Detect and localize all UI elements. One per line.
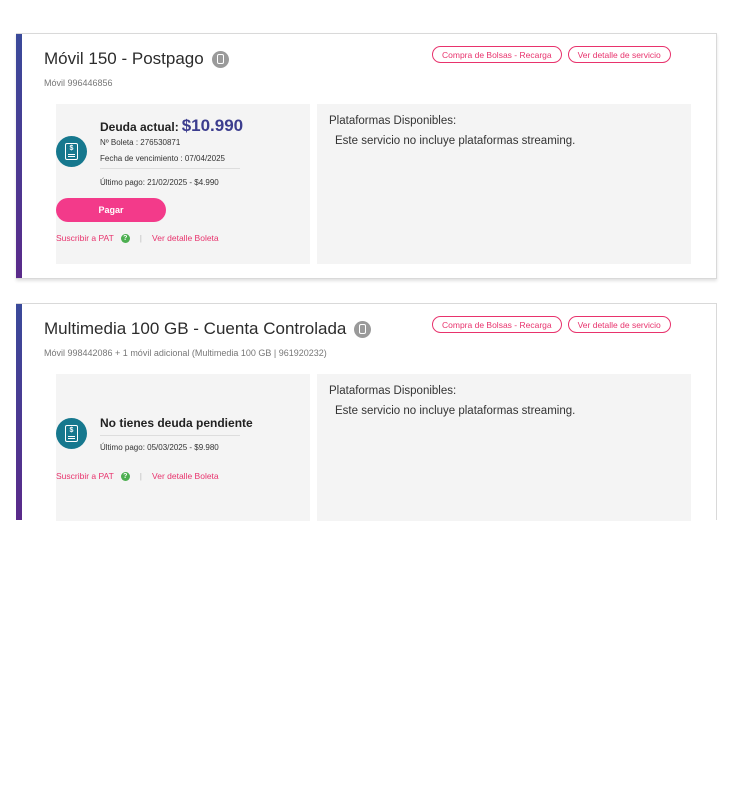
- bill-detail-link[interactable]: Ver detalle Boleta: [152, 233, 219, 243]
- buy-bundles-recharge-button[interactable]: Compra de Bolsas - Recarga: [432, 46, 562, 63]
- service-subtitle: Móvil 998442086 + 1 móvil adicional (Mul…: [44, 348, 327, 358]
- link-separator: |: [139, 233, 143, 243]
- current-debt-label: Deuda actual:: [100, 120, 179, 134]
- bill-detail-link[interactable]: Ver detalle Boleta: [152, 471, 219, 481]
- help-icon[interactable]: ?: [120, 233, 130, 243]
- service-title-row: Multimedia 100 GB - Cuenta Controlada: [44, 319, 372, 339]
- platforms-panel: Plataformas Disponibles: Este servicio n…: [317, 104, 691, 264]
- card-accent-stripe: [16, 304, 22, 520]
- current-debt-amount: $10.990: [181, 116, 244, 135]
- billing-links: Suscribir a PAT ? | Ver detalle Boleta: [56, 471, 219, 481]
- billing-panel: $ Deuda actual: $10.990 Nº Boleta : 27653…: [56, 104, 310, 264]
- card-accent-stripe: [16, 34, 22, 278]
- platforms-title: Plataformas Disponibles:: [329, 385, 457, 397]
- bill-document-icon: $: [56, 418, 87, 449]
- platforms-panel: Plataformas Disponibles: Este servicio n…: [317, 374, 691, 521]
- platforms-title: Plataformas Disponibles:: [329, 115, 457, 127]
- help-icon[interactable]: ?: [120, 471, 130, 481]
- last-payment: Último pago: 21/02/2025 - $4.990: [100, 178, 219, 187]
- service-actions: Compra de Bolsas - Recarga Ver detalle d…: [432, 316, 671, 333]
- phone-icon: [354, 320, 372, 338]
- bill-number: Nº Boleta : 276530871: [100, 138, 181, 147]
- phone-icon: [211, 50, 229, 68]
- platforms-text: Este servicio no incluye plataformas str…: [335, 405, 576, 417]
- service-actions: Compra de Bolsas - Recarga Ver detalle d…: [432, 46, 671, 63]
- service-card-movil-150: Móvil 150 - Postpago Móvil 996446856 Com…: [16, 33, 717, 279]
- divider: [100, 168, 240, 169]
- divider: [100, 435, 240, 436]
- due-date: Fecha de vencimiento : 07/04/2025: [100, 154, 225, 163]
- service-title: Multimedia 100 GB - Cuenta Controlada: [44, 319, 347, 338]
- last-payment: Último pago: 05/03/2025 - $9.980: [100, 443, 219, 452]
- service-detail-button[interactable]: Ver detalle de servicio: [567, 316, 671, 333]
- no-debt-message: No tienes deuda pendiente: [100, 416, 253, 430]
- bill-document-icon: $: [56, 136, 87, 167]
- subscribe-pat-link[interactable]: Suscribir a PAT: [56, 471, 114, 481]
- service-detail-button[interactable]: Ver detalle de servicio: [567, 46, 671, 63]
- billing-panel: $ No tienes deuda pendiente Último pago:…: [56, 374, 310, 521]
- service-title: Móvil 150 - Postpago: [44, 49, 204, 68]
- billing-links: Suscribir a PAT ? | Ver detalle Boleta: [56, 233, 219, 243]
- subscribe-pat-link[interactable]: Suscribir a PAT: [56, 233, 114, 243]
- pay-button[interactable]: Pagar: [56, 198, 166, 222]
- service-card-multimedia-100gb: Multimedia 100 GB - Cuenta Controlada Mó…: [16, 303, 717, 521]
- platforms-text: Este servicio no incluye plataformas str…: [335, 135, 576, 147]
- link-separator: |: [139, 471, 143, 481]
- service-title-row: Móvil 150 - Postpago: [44, 49, 229, 69]
- current-debt: Deuda actual: $10.990: [100, 116, 243, 136]
- service-subtitle: Móvil 996446856: [44, 78, 113, 88]
- buy-bundles-recharge-button[interactable]: Compra de Bolsas - Recarga: [432, 316, 562, 333]
